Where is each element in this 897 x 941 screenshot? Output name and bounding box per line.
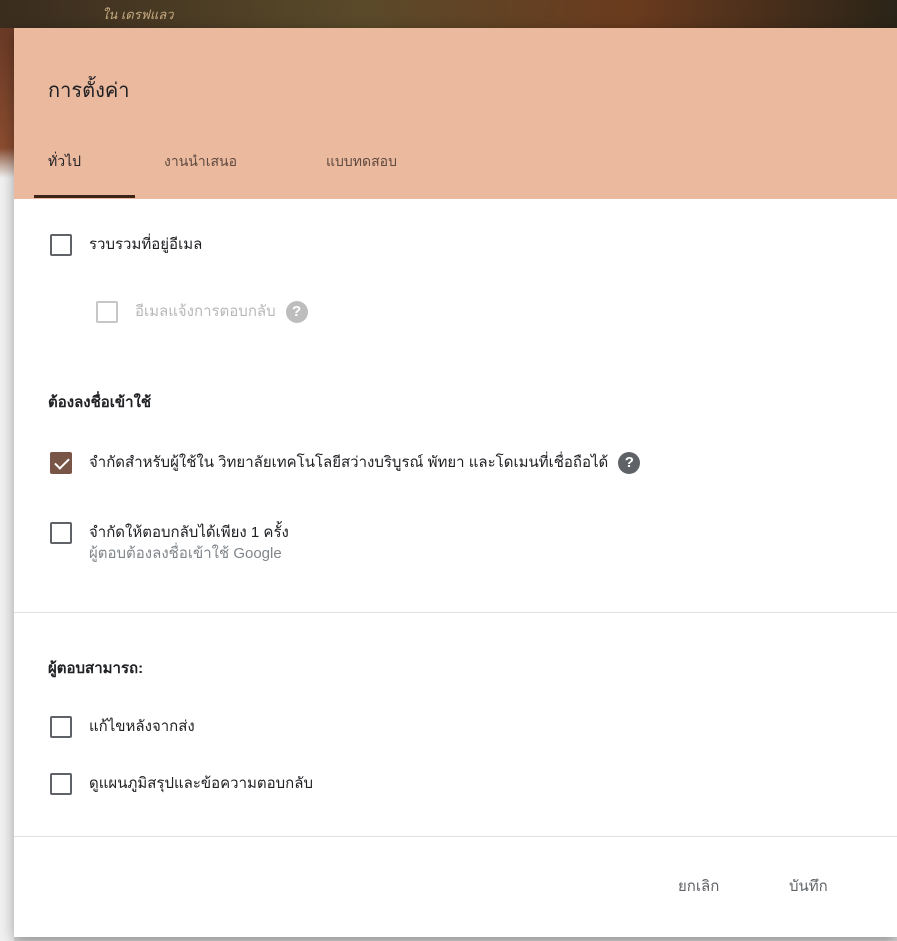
background-page-strip: ใน เดรฟแลว xyxy=(0,0,897,28)
edit-after-submit-label: แก้ไขหลังจากส่ง xyxy=(89,718,195,735)
email-receipt-option: อีเมลแจ้งการตอบกลับ ? xyxy=(96,301,308,323)
restrict-domain-option[interactable]: จำกัดสำหรับผู้ใช้ใน วิทยาลัยเทคโนโลยีสว่… xyxy=(50,452,641,474)
collect-email-option[interactable]: รวบรวมที่อยู่อีเมล xyxy=(50,234,202,256)
edit-after-submit-checkbox[interactable] xyxy=(50,716,72,738)
background-text: ใน เดรฟแลว xyxy=(102,7,174,22)
see-summary-label: ดูแผนภูมิสรุปและข้อความตอบกลับ xyxy=(89,775,313,792)
limit-one-response-label: จำกัดให้ตอบกลับได้เพียง 1 ครั้ง xyxy=(89,524,289,541)
background-page-edge xyxy=(0,28,14,941)
see-summary-option[interactable]: ดูแผนภูมิสรุปและข้อความตอบกลับ xyxy=(50,773,313,795)
email-receipt-help-icon[interactable]: ? xyxy=(285,301,308,323)
limit-one-response-option[interactable]: จำกัดให้ตอบกลับได้เพียง 1 ครั้ง ผู้ตอบต้… xyxy=(50,522,289,564)
limit-one-response-text: จำกัดให้ตอบกลับได้เพียง 1 ครั้ง ผู้ตอบต้… xyxy=(89,522,289,564)
limit-one-response-sublabel: ผู้ตอบต้องลงชื่อเข้าใช้ Google xyxy=(89,545,282,562)
edit-after-submit-option[interactable]: แก้ไขหลังจากส่ง xyxy=(50,716,195,738)
tab-general[interactable]: ทั่วไป xyxy=(48,146,81,199)
dialog-header: การตั้งค่า ทั่วไป งานนำเสนอ แบบทดสอบ xyxy=(14,28,897,199)
email-receipt-label: อีเมลแจ้งการตอบกลับ xyxy=(135,303,276,320)
collect-email-label: รวบรวมที่อยู่อีเมล xyxy=(89,236,203,253)
section-divider xyxy=(14,612,897,613)
footer-divider xyxy=(14,836,897,837)
respondents-can-title: ผู้ตอบสามารถ: xyxy=(48,660,144,677)
settings-dialog: การตั้งค่า ทั่วไป งานนำเสนอ แบบทดสอบ รวบ… xyxy=(14,28,897,937)
limit-one-response-checkbox[interactable] xyxy=(50,522,72,544)
save-button[interactable]: บันทึก xyxy=(789,874,828,898)
email-receipt-checkbox xyxy=(96,301,118,323)
restrict-domain-checkbox[interactable] xyxy=(50,452,72,474)
settings-tabs: ทั่วไป งานนำเสนอ แบบทดสอบ xyxy=(14,146,897,199)
tab-presentation[interactable]: งานนำเสนอ xyxy=(164,146,237,199)
collect-email-checkbox[interactable] xyxy=(50,234,72,256)
requires-sign-in-title: ต้องลงชื่อเข้าใช้ xyxy=(48,394,152,411)
tab-quizzes[interactable]: แบบทดสอบ xyxy=(326,146,397,199)
active-tab-indicator xyxy=(34,195,135,198)
cancel-button[interactable]: ยกเลิก xyxy=(678,874,719,898)
restrict-domain-help-icon[interactable]: ? xyxy=(618,452,641,474)
restrict-domain-label: จำกัดสำหรับผู้ใช้ใน วิทยาลัยเทคโนโลยีสว่… xyxy=(89,454,609,471)
see-summary-checkbox[interactable] xyxy=(50,773,72,795)
check-icon xyxy=(54,454,70,470)
dialog-title: การตั้งค่า xyxy=(48,80,130,102)
